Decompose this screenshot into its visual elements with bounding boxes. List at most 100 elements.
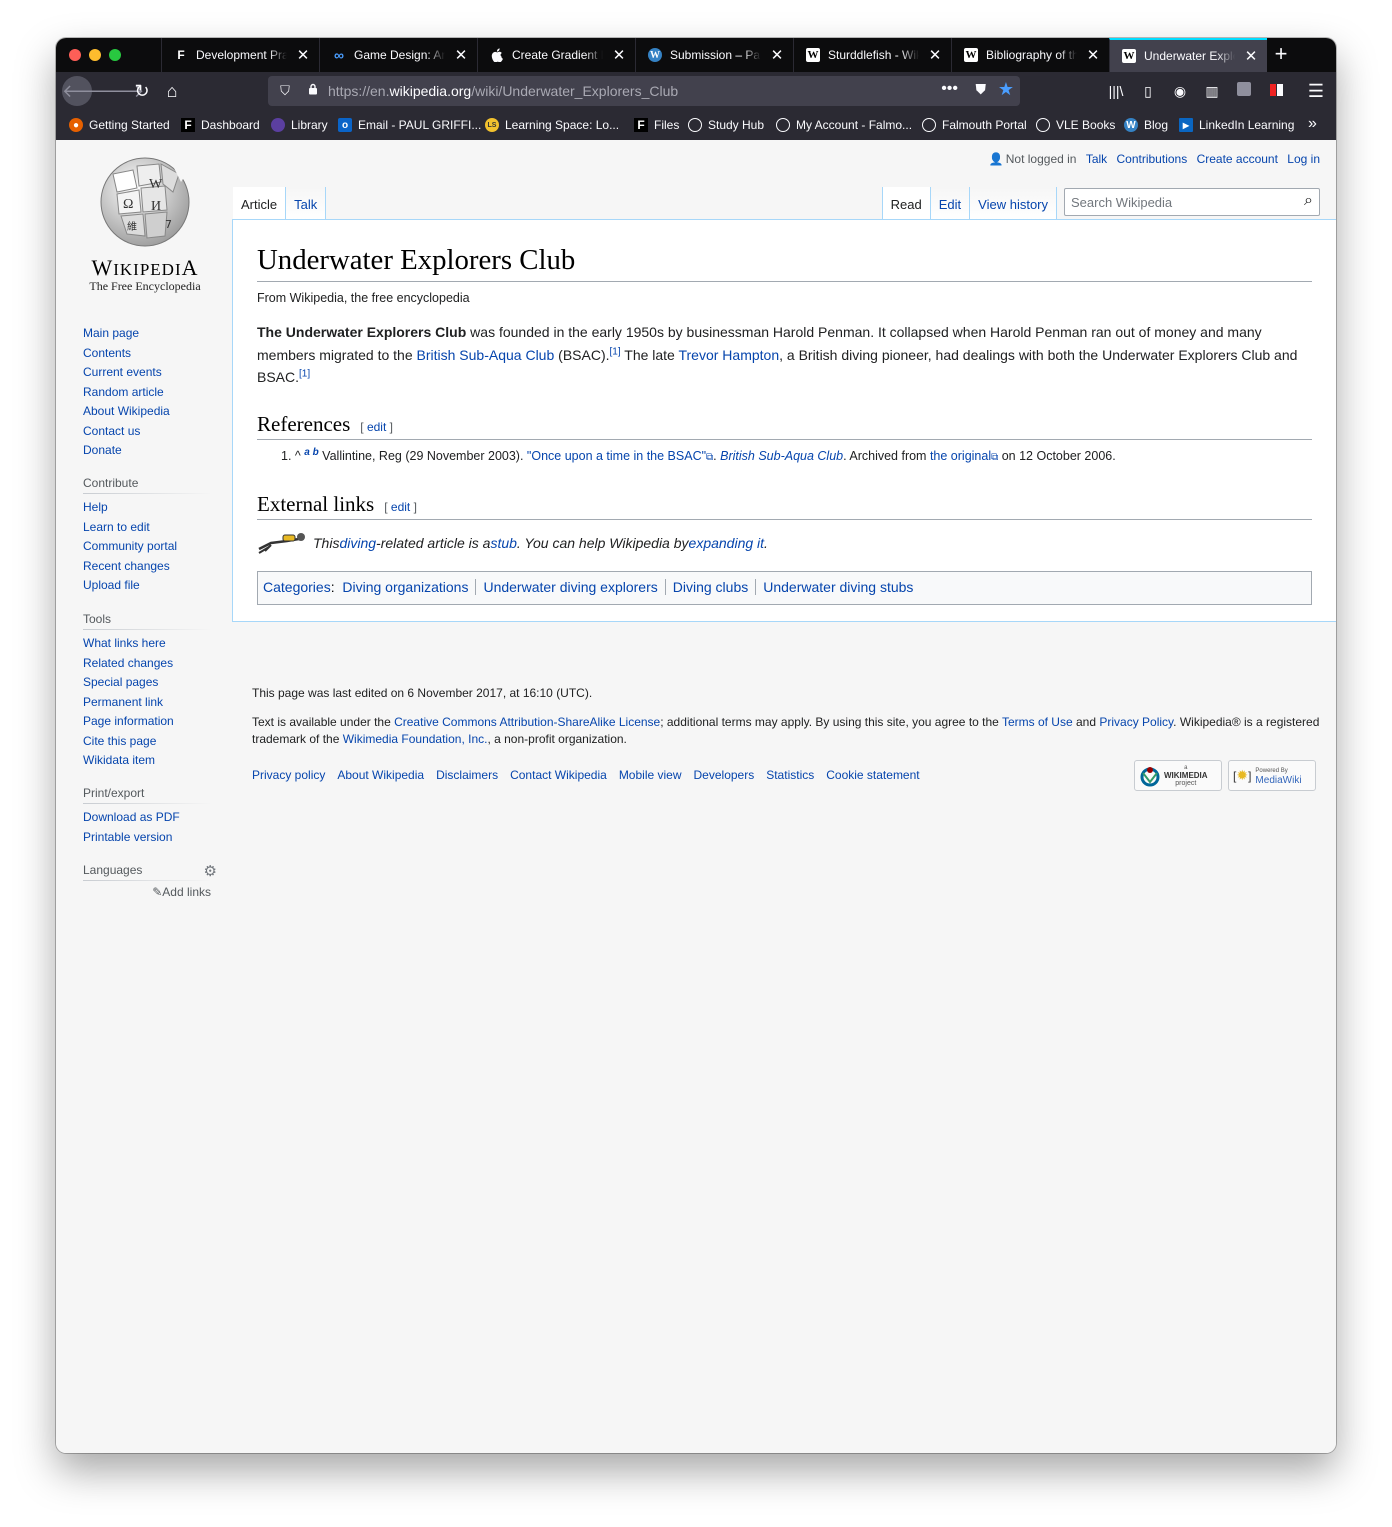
- powered-by-mediawiki-badge[interactable]: [✹] Powered By MediaWiki: [1228, 760, 1316, 791]
- tab-close-icon[interactable]: ✕: [925, 46, 945, 64]
- reload-button[interactable]: ↻: [128, 77, 156, 105]
- browser-tab[interactable]: ∞ Game Design: Art & Concept ✕: [319, 38, 477, 72]
- link-stub[interactable]: stub: [490, 535, 516, 551]
- bookmark-item[interactable]: VLE Books: [1036, 117, 1115, 133]
- category-link[interactable]: Diving clubs: [673, 579, 748, 595]
- footer-link-contact[interactable]: Contact Wikipedia: [510, 768, 607, 782]
- chevron-right-icon[interactable]: »: [1308, 115, 1317, 133]
- extension-icon[interactable]: ▥: [1202, 81, 1222, 101]
- tracking-shield-icon[interactable]: ⛉: [276, 82, 294, 100]
- footer-link-about[interactable]: About Wikipedia: [337, 768, 424, 782]
- reference-title-link[interactable]: "Once upon a time in the BSAC": [527, 449, 706, 463]
- original-link[interactable]: the original: [930, 449, 991, 463]
- citation-link[interactable]: [1]: [610, 346, 621, 357]
- reference-publisher-link[interactable]: British Sub-Aqua Club: [720, 449, 843, 463]
- lock-icon[interactable]: [304, 82, 322, 100]
- sidebar-item-page-information[interactable]: Page information: [83, 712, 211, 732]
- url-text[interactable]: https://en.wikipedia.org/wiki/Underwater…: [328, 83, 678, 99]
- sidebar-item-main-page[interactable]: Main page: [83, 324, 211, 344]
- tab-close-icon[interactable]: ✕: [1241, 47, 1261, 65]
- url-bar[interactable]: ⛉ https://en.wikipedia.org/wiki/Underwat…: [268, 76, 1020, 106]
- link-diving[interactable]: diving: [339, 535, 376, 551]
- sidebar-item-contact[interactable]: Contact us: [83, 422, 211, 442]
- tab-read[interactable]: Read: [881, 187, 930, 220]
- privacy-policy-link[interactable]: Privacy Policy: [1099, 715, 1173, 729]
- category-link[interactable]: Underwater diving stubs: [763, 579, 913, 595]
- minimize-window-button[interactable]: [89, 49, 101, 61]
- tab-talk[interactable]: Talk: [286, 187, 327, 220]
- extension-icon[interactable]: [1266, 81, 1286, 101]
- category-link[interactable]: Underwater diving explorers: [483, 579, 657, 595]
- bookmark-star-icon[interactable]: ★: [998, 79, 1014, 100]
- footer-link-privacy-policy[interactable]: Privacy policy: [252, 768, 325, 782]
- footer-link-developers[interactable]: Developers: [694, 768, 755, 782]
- citation-link[interactable]: [1]: [299, 369, 310, 380]
- sidebar-item-related-changes[interactable]: Related changes: [83, 654, 211, 674]
- sidebar-item-download-pdf[interactable]: Download as PDF: [83, 808, 211, 828]
- close-window-button[interactable]: [69, 49, 81, 61]
- sidebar-item-special-pages[interactable]: Special pages: [83, 673, 211, 693]
- talk-link[interactable]: Talk: [1086, 152, 1107, 166]
- browser-tab[interactable]: W Bibliography of the ✕: [951, 38, 1109, 72]
- new-tab-button[interactable]: +: [1269, 41, 1293, 69]
- wikimedia-project-badge[interactable]: a WIKIMEDIA project: [1134, 760, 1222, 791]
- license-link[interactable]: Creative Commons Attribution-ShareAlike …: [394, 715, 660, 729]
- browser-tab[interactable]: Create Gradient Fills ✕: [477, 38, 635, 72]
- sidebar-item-about[interactable]: About Wikipedia: [83, 402, 211, 422]
- bookmark-item[interactable]: Falmouth Portal: [922, 117, 1027, 133]
- search-input[interactable]: Search Wikipedia ⌕: [1064, 188, 1320, 216]
- browser-tab[interactable]: W Submission – Paul ✕: [635, 38, 793, 72]
- zoom-window-button[interactable]: [109, 49, 121, 61]
- edit-section-link[interactable]: edit: [391, 500, 410, 514]
- bookmark-item[interactable]: W Blog: [1124, 117, 1168, 133]
- tab-article[interactable]: Article: [233, 187, 287, 220]
- category-link[interactable]: Diving organizations: [342, 579, 468, 595]
- link-trevor-hampton[interactable]: Trevor Hampton: [678, 347, 779, 363]
- categories-link[interactable]: Categories: [263, 579, 331, 595]
- tab-close-icon[interactable]: ✕: [609, 46, 629, 64]
- tab-close-icon[interactable]: ✕: [451, 46, 471, 64]
- sidebar-item-donate[interactable]: Donate: [83, 441, 211, 461]
- sidebar-item-permanent-link[interactable]: Permanent link: [83, 693, 211, 713]
- sidebar-item-help[interactable]: Help: [83, 498, 211, 518]
- tab-close-icon[interactable]: ✕: [293, 46, 313, 64]
- bookmark-item[interactable]: ● Getting Started: [69, 117, 170, 133]
- menu-icon[interactable]: ☰: [1306, 81, 1326, 101]
- bookmark-item[interactable]: ▶ LinkedIn Learning: [1179, 117, 1294, 133]
- link-expanding-it[interactable]: expanding it: [689, 535, 765, 551]
- wikipedia-logo[interactable]: Ω W И 維 7 WIKIPEDIA The Free Encyclopedi…: [78, 152, 212, 294]
- gear-icon[interactable]: ⚙: [204, 862, 217, 880]
- sidebar-item-contents[interactable]: Contents: [83, 344, 211, 364]
- bookmark-item[interactable]: F Dashboard: [181, 117, 260, 133]
- library-icon[interactable]: |||\: [1106, 81, 1126, 101]
- footer-link-mobile-view[interactable]: Mobile view: [619, 768, 682, 782]
- back-button[interactable]: 🡐: [62, 76, 110, 106]
- tab-edit[interactable]: Edit: [929, 187, 970, 220]
- browser-tab[interactable]: F Development Practice ✕: [161, 38, 319, 72]
- pocket-icon[interactable]: ⛊: [976, 81, 987, 98]
- bookmark-item[interactable]: o Email - PAUL GRIFFI...: [338, 117, 481, 133]
- footer-link-statistics[interactable]: Statistics: [766, 768, 814, 782]
- sidebar-item-wikidata-item[interactable]: Wikidata item: [83, 751, 211, 771]
- backlink[interactable]: a b: [304, 447, 318, 458]
- footer-link-cookie-statement[interactable]: Cookie statement: [826, 768, 919, 782]
- bookmark-item[interactable]: LS Learning Space: Lo...: [485, 117, 619, 133]
- forward-button[interactable]: 🡒: [96, 77, 144, 105]
- sidebar-item-random-article[interactable]: Random article: [83, 383, 211, 403]
- home-button[interactable]: ⌂: [158, 77, 186, 105]
- page-actions-icon[interactable]: •••: [941, 80, 958, 98]
- tab-close-icon[interactable]: ✕: [1083, 46, 1103, 64]
- bookmark-item[interactable]: F Files: [634, 117, 679, 133]
- sidebar-item-upload-file[interactable]: Upload file: [83, 576, 211, 596]
- sidebar-item-what-links-here[interactable]: What links here: [83, 634, 211, 654]
- edit-section-link[interactable]: edit: [367, 420, 386, 434]
- sidebar-item-current-events[interactable]: Current events: [83, 363, 211, 383]
- tab-view-history[interactable]: View history: [969, 187, 1057, 220]
- tab-close-icon[interactable]: ✕: [767, 46, 787, 64]
- bookmark-item[interactable]: Library: [271, 117, 328, 133]
- add-links-button[interactable]: ✎Add links: [83, 885, 211, 899]
- browser-tab[interactable]: W Sturddlefish - Wiki ✕: [793, 38, 951, 72]
- sidebar-item-community-portal[interactable]: Community portal: [83, 537, 211, 557]
- sidebar-item-printable-version[interactable]: Printable version: [83, 828, 211, 848]
- sidebar-item-recent-changes[interactable]: Recent changes: [83, 557, 211, 577]
